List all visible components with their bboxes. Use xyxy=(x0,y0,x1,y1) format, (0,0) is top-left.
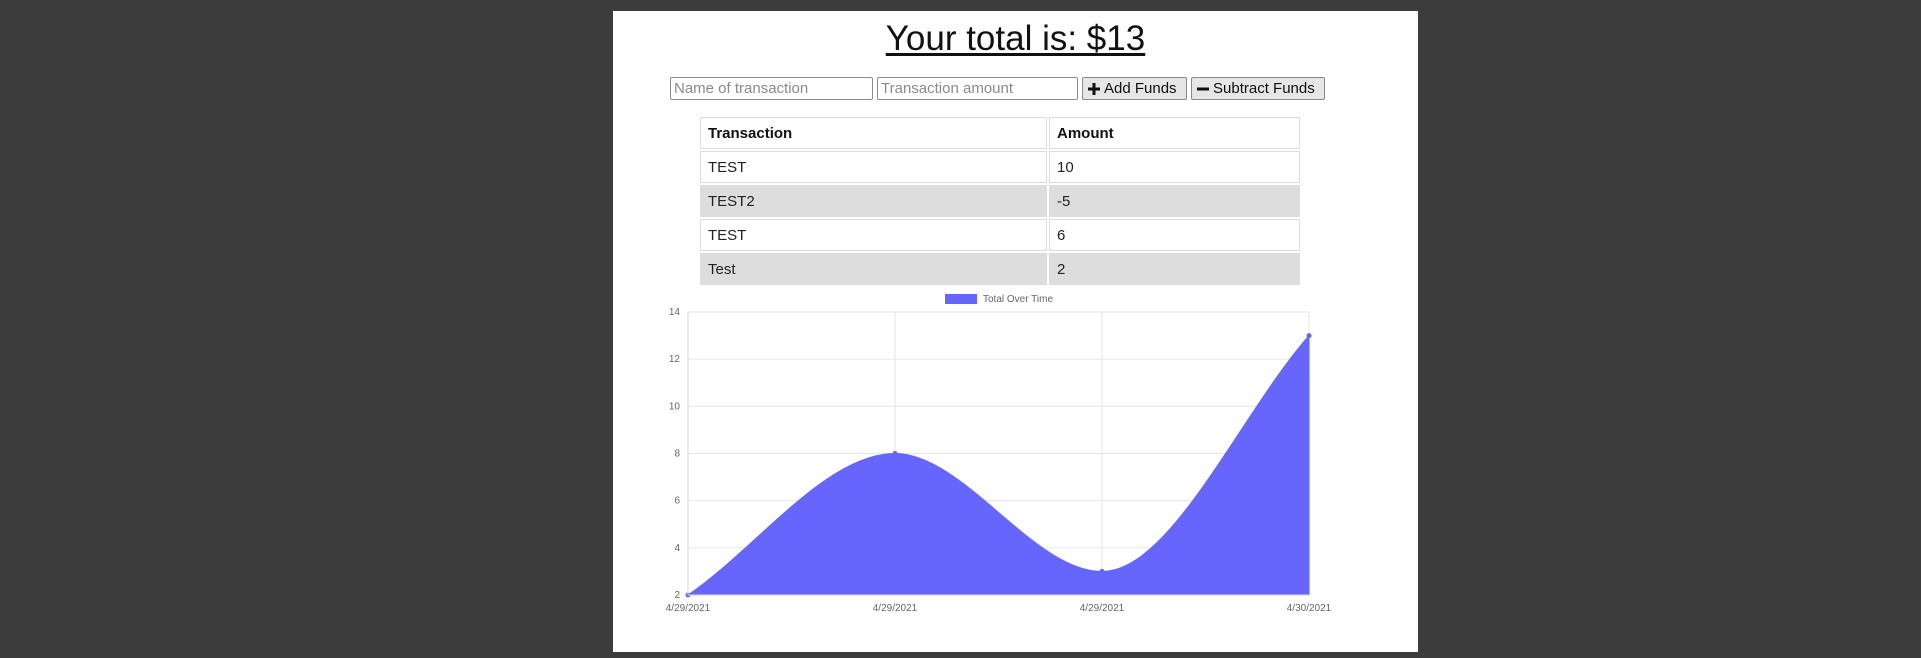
x-tick-label: 4/29/2021 xyxy=(1080,603,1125,614)
y-tick-label: 14 xyxy=(669,307,681,318)
x-tick-label: 4/29/2021 xyxy=(873,603,918,614)
data-point xyxy=(892,451,898,456)
y-tick-label: 8 xyxy=(674,449,680,460)
y-tick-label: 6 xyxy=(674,496,680,507)
x-tick-label: 4/30/2021 xyxy=(1287,603,1332,614)
y-tick-label: 10 xyxy=(669,401,681,412)
x-tick-label: 4/29/2021 xyxy=(666,603,711,614)
y-tick-label: 2 xyxy=(674,590,680,601)
legend-swatch xyxy=(945,294,977,304)
page-container: Your total is: $13 Add Funds Subtract Fu… xyxy=(613,11,1418,652)
data-point xyxy=(1306,333,1312,339)
total-over-time-chart: 2 4 6 8 10 12 14 4/29/2021 4/29/2021 4/29/2021 4/3… xyxy=(666,294,1332,614)
legend-label: Total Over Time xyxy=(983,294,1053,305)
y-tick-label: 4 xyxy=(674,543,680,554)
series-area xyxy=(686,334,1310,596)
y-tick-label: 12 xyxy=(669,354,681,365)
data-point xyxy=(1099,568,1105,574)
